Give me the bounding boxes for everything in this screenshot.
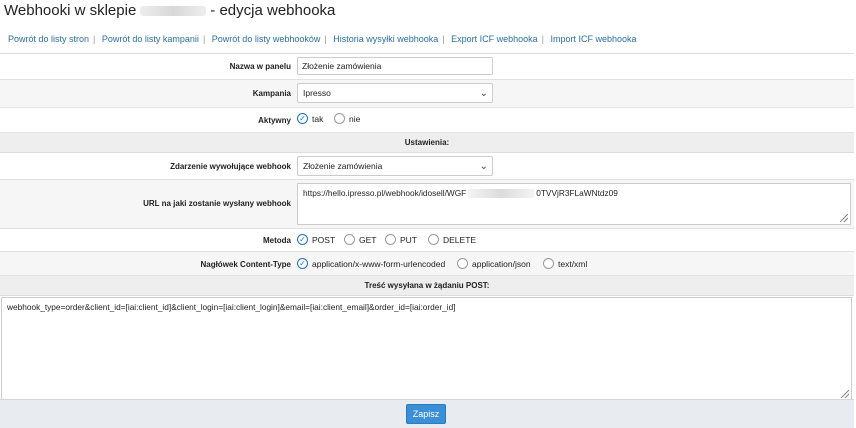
content-type-option-xml[interactable]: text/xml (543, 258, 587, 269)
nav-link-campaigns[interactable]: Powrót do listy kampanii (102, 34, 199, 44)
page-title-suffix: - edycja webhooka (210, 2, 336, 19)
nav-separator: | (324, 34, 327, 44)
content-type-option-json[interactable]: application/json (457, 258, 531, 269)
chevron-down-icon: ⌄ (479, 88, 488, 99)
redacted-url-part (468, 189, 535, 199)
redacted-shop-name (140, 6, 207, 17)
nav-link-pages[interactable]: Powrót do listy stron (8, 34, 89, 44)
row-content-type: Nagłówek Content-Type ✓ application/x-ww… (0, 252, 854, 276)
row-url: URL na jaki zostanie wysłany webhook htt… (0, 180, 854, 229)
method-option-label: PUT (400, 234, 417, 245)
nav-separator: | (93, 34, 96, 44)
chevron-down-icon: ⌄ (479, 161, 488, 172)
radio-unchecked-icon (334, 113, 345, 124)
body-section-header: Treść wysyłana w żądaniu POST: (0, 276, 854, 296)
webhook-form: Nazwa w panelu Złożenie zamówienia Kampa… (0, 53, 854, 403)
campaign-select[interactable]: Ipresso ⌄ (297, 83, 493, 103)
active-option-label: tak (312, 113, 324, 124)
page-title: Webhooki w sklepie - edycja webhooka (4, 2, 335, 19)
page-title-prefix: Webhooki w sklepie (4, 2, 137, 19)
url-value-end: 0TVVjR3FLaWNtdz09 (536, 188, 618, 198)
resize-handle-icon[interactable] (841, 390, 849, 398)
method-option-label: DELETE (443, 234, 477, 245)
method-option-label: POST (312, 234, 336, 245)
row-active: Aktywny ✓ tak nie (0, 108, 854, 133)
radio-checked-icon: ✓ (297, 234, 308, 245)
method-option-label: GET (359, 234, 377, 245)
method-label: Metoda (263, 236, 291, 245)
row-campaign: Kampania Ipresso ⌄ (0, 80, 854, 108)
method-option-put[interactable]: PUT (385, 234, 417, 245)
content-type-option-urlencoded[interactable]: ✓ application/x-www-form-urlencoded (297, 258, 445, 269)
active-option-nie[interactable]: nie (334, 113, 360, 124)
nav-separator: | (202, 34, 206, 44)
breadcrumb-nav: Powrót do listy stron | Powrót do listy k… (8, 34, 637, 44)
radio-unchecked-icon (344, 234, 355, 245)
body-textarea[interactable]: webhook_type=order&client_id=[iai:client… (1, 297, 852, 401)
nav-separator: | (541, 34, 545, 44)
resize-handle-icon[interactable] (840, 214, 848, 222)
event-label: Zdarzenie wywołujące webhook (170, 162, 291, 171)
method-option-get[interactable]: GET (344, 234, 376, 245)
content-type-label: Nagłówek Content-Type (200, 260, 291, 269)
url-textarea[interactable]: https://hello.ipresso.pl/webhook/idosell… (297, 183, 851, 225)
radio-checked-icon: ✓ (297, 113, 308, 124)
row-name: Nazwa w panelu Złożenie zamówienia (0, 54, 854, 80)
event-select[interactable]: Złożenie zamówienia ⌄ (297, 156, 493, 176)
active-label: Aktywny (258, 116, 291, 125)
nav-link-history[interactable]: Historia wysyłki webhooka (333, 34, 438, 44)
method-option-post[interactable]: ✓ POST (297, 234, 335, 245)
campaign-select-value: Ipresso (303, 88, 331, 98)
save-button[interactable]: Zapisz (406, 404, 446, 424)
body-value: webhook_type=order&client_id=[iai:client… (7, 302, 456, 312)
radio-unchecked-icon (385, 234, 396, 245)
form-footer: Zapisz (0, 399, 854, 428)
nav-separator: | (442, 34, 445, 44)
settings-section-header: Ustawienia: (0, 133, 854, 153)
campaign-label: Kampania (252, 89, 291, 98)
content-type-option-label: text/xml (558, 258, 588, 269)
row-body: webhook_type=order&client_id=[iai:client… (0, 296, 854, 403)
nav-link-webhooks[interactable]: Powrót do listy webhooków (212, 34, 321, 44)
radio-checked-icon: ✓ (297, 258, 308, 269)
active-option-tak[interactable]: ✓ tak (297, 113, 323, 124)
content-type-option-label: application/json (472, 258, 531, 269)
nav-link-export-icf[interactable]: Export ICF webhooka (451, 34, 538, 44)
radio-unchecked-icon (543, 258, 554, 269)
content-type-option-label: application/x-www-form-urlencoded (312, 258, 446, 269)
method-option-delete[interactable]: DELETE (428, 234, 476, 245)
row-method: Metoda ✓ POST GET PUT DELETE (0, 229, 854, 252)
active-option-label: nie (349, 113, 361, 124)
radio-unchecked-icon (457, 258, 468, 269)
url-value-start: https://hello.ipresso.pl/webhook/idosell… (303, 188, 467, 198)
name-label: Nazwa w panelu (229, 62, 291, 71)
name-input[interactable]: Złożenie zamówienia (297, 57, 493, 75)
radio-unchecked-icon (428, 234, 439, 245)
url-label: URL na jaki zostanie wysłany webhook (143, 199, 291, 208)
event-select-value: Złożenie zamówienia (303, 161, 383, 171)
row-event: Zdarzenie wywołujące webhook Złożenie za… (0, 153, 854, 180)
nav-link-import-icf[interactable]: Import ICF webhooka (551, 34, 637, 44)
